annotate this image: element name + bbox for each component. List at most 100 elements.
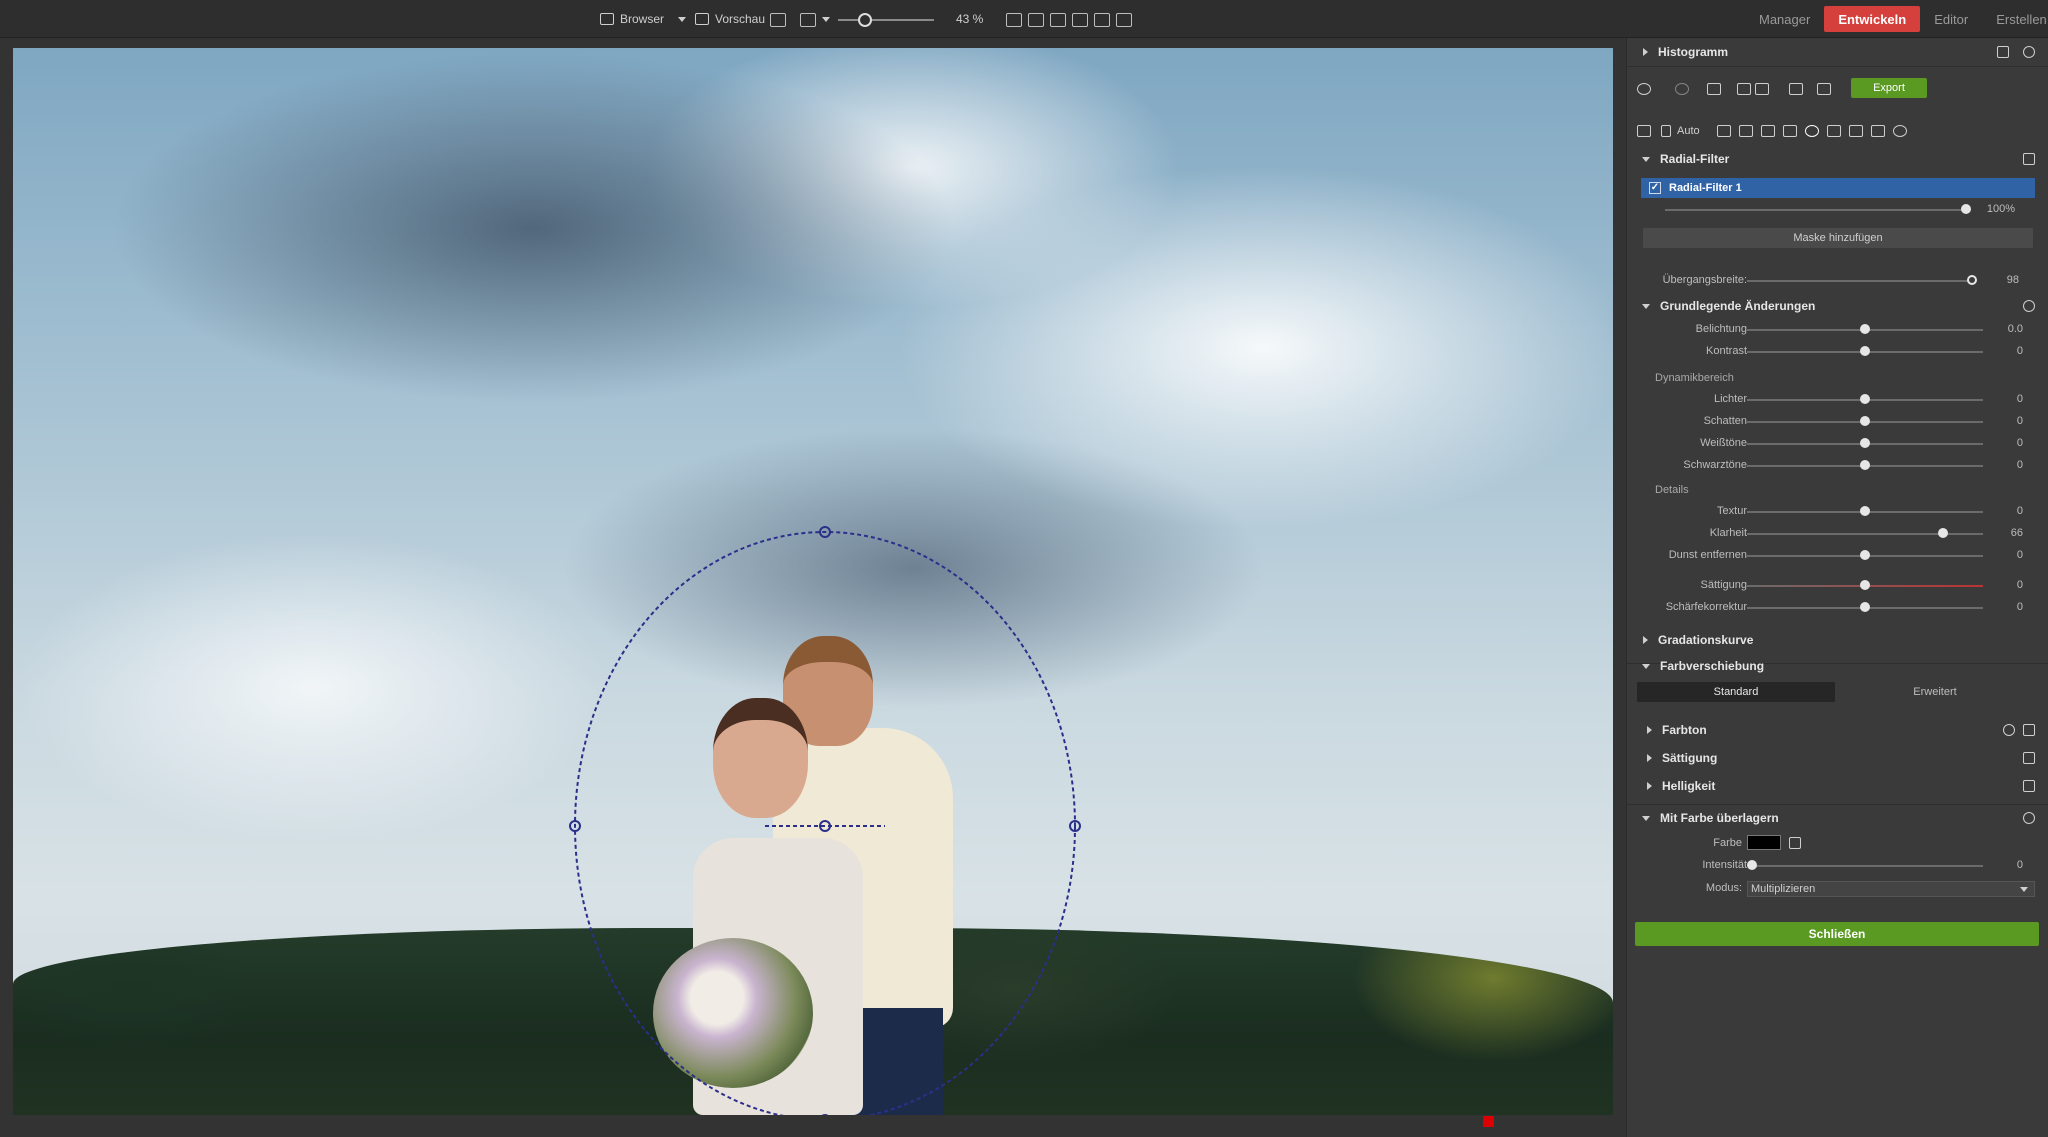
rotate-left-icon[interactable] <box>1737 80 1751 98</box>
slider-schwarzt-ne[interactable]: Schwarztöne 0 <box>1627 456 2048 476</box>
eyedropper-icon[interactable] <box>2023 724 2035 736</box>
slider-lichter[interactable]: Lichter 0 <box>1627 390 2048 410</box>
fit-width-icon[interactable] <box>1050 10 1066 29</box>
presets-icon[interactable] <box>1817 80 1831 98</box>
transition-width-slider[interactable]: Übergangsbreite: 98 <box>1627 271 2048 291</box>
slider-value[interactable]: 0 <box>2017 579 2023 591</box>
perspective-icon[interactable] <box>1761 122 1775 140</box>
slider-handle[interactable] <box>1860 324 1870 334</box>
copy-settings-icon[interactable] <box>1789 80 1803 98</box>
eyedropper-icon[interactable] <box>2023 752 2035 764</box>
eyedropper-icon[interactable] <box>1789 837 1801 849</box>
slider-value[interactable]: 0 <box>2017 549 2023 561</box>
slider-value[interactable]: 0 <box>2017 459 2023 471</box>
slider-textur[interactable]: Textur 0 <box>1627 502 2048 522</box>
reset-icon[interactable] <box>2023 812 2035 824</box>
slider-handle[interactable] <box>1860 394 1870 404</box>
slider-belichtung[interactable]: Belichtung 0.0 <box>1627 320 2048 340</box>
slider-handle[interactable] <box>1860 438 1870 448</box>
photo-canvas[interactable] <box>13 48 1613 1115</box>
slider-handle[interactable] <box>1860 346 1870 356</box>
compare-icon[interactable] <box>800 10 816 29</box>
slider-handle[interactable] <box>1967 275 1977 285</box>
close-button[interactable]: Schließen <box>1635 922 2039 946</box>
text-tool-icon[interactable] <box>1783 122 1797 140</box>
slider-value[interactable]: 0.0 <box>2008 323 2023 335</box>
section-gradation[interactable]: Gradationskurve <box>1627 628 2048 652</box>
auto-button[interactable]: Auto <box>1661 122 1700 140</box>
brush-icon[interactable] <box>1827 122 1841 140</box>
badge-icon[interactable] <box>2003 724 2015 736</box>
slider-handle[interactable] <box>1860 506 1870 516</box>
slider-handle[interactable] <box>1860 460 1870 470</box>
overlay-color-swatch[interactable] <box>1747 835 1781 850</box>
slider-value[interactable]: 66 <box>2011 527 2023 539</box>
slider-handle[interactable] <box>1860 580 1870 590</box>
preview-button[interactable]: Vorschau <box>695 0 765 38</box>
eyedropper-icon[interactable] <box>2023 780 2035 792</box>
tab-erstellen[interactable]: Erstellen <box>1982 6 2048 32</box>
add-mask-button[interactable]: Maske hinzufügen <box>1643 228 2033 248</box>
browser-dropdown[interactable] <box>672 0 686 38</box>
browser-button[interactable]: Browser <box>600 0 664 38</box>
filter-opacity-slider[interactable]: 100% <box>1627 200 2048 220</box>
adjustments-icon[interactable] <box>1637 122 1651 140</box>
intensity-slider[interactable]: Intensität 0 <box>1627 856 2048 876</box>
export-button[interactable]: Export <box>1851 78 1927 98</box>
camera-tool-icon[interactable] <box>1717 122 1731 140</box>
healing-icon[interactable] <box>1871 122 1885 140</box>
seg-standard[interactable]: Standard <box>1637 682 1835 702</box>
slider-handle[interactable] <box>1747 860 1757 870</box>
slider-sch-rfekorrektur[interactable]: Schärfekorrektur 0 <box>1627 598 2048 618</box>
radial-filter-icon[interactable] <box>1805 122 1819 140</box>
tab-editor[interactable]: Editor <box>1920 6 1982 32</box>
section-radial-filter[interactable]: Radial-Filter <box>1627 147 2048 171</box>
zoom-slider-handle[interactable] <box>858 13 872 27</box>
section-color-shift[interactable]: Farbverschiebung <box>1627 654 2048 678</box>
section-basic[interactable]: Grundlegende Änderungen <box>1627 294 2048 318</box>
slider-schatten[interactable]: Schatten 0 <box>1627 412 2048 432</box>
zoom-slider-track[interactable] <box>838 19 934 21</box>
slider-value[interactable]: 0 <box>2017 393 2023 405</box>
filter-enabled-checkbox[interactable]: ✓ <box>1649 182 1661 194</box>
reset-icon[interactable] <box>2023 300 2035 312</box>
trash-icon[interactable] <box>2023 153 2035 165</box>
seg-extended[interactable]: Erweitert <box>1835 682 2035 702</box>
radial-mask-overlay[interactable] <box>13 48 1613 1115</box>
slider-handle[interactable] <box>1860 416 1870 426</box>
slider-s-ttigung[interactable]: Sättigung 0 <box>1627 576 2048 596</box>
slider-dunst-entfernen[interactable]: Dunst entfernen 0 <box>1627 546 2048 566</box>
slider-handle[interactable] <box>1937 528 1948 538</box>
zoom-1to1-icon[interactable] <box>1006 10 1022 29</box>
settings-icon[interactable] <box>2023 46 2035 58</box>
section-histogram[interactable]: Histogramm <box>1627 40 2048 64</box>
sub-brightness[interactable]: Helligkeit <box>1627 774 2048 798</box>
slider-value[interactable]: 0 <box>2017 345 2023 357</box>
blend-mode-select[interactable]: Multiplizieren <box>1747 881 2035 897</box>
section-color-overlay[interactable]: Mit Farbe überlagern <box>1627 806 2048 830</box>
undo-icon[interactable] <box>1637 80 1651 98</box>
slider-handle[interactable] <box>1860 550 1870 560</box>
sub-hue[interactable]: Farbton <box>1627 718 2048 742</box>
slider-handle[interactable] <box>1860 602 1870 612</box>
slider-kontrast[interactable]: Kontrast 0 <box>1627 342 2048 362</box>
slider-value[interactable]: 0 <box>2017 601 2023 613</box>
slider-value[interactable]: 0 <box>2017 505 2023 517</box>
slider-wei-t-ne[interactable]: Weißtöne 0 <box>1627 434 2048 454</box>
person-icon[interactable] <box>1094 10 1110 29</box>
radial-filter-item[interactable]: ✓ Radial-Filter 1 <box>1641 178 2035 198</box>
gradient-icon[interactable] <box>1849 122 1863 140</box>
slider-value[interactable]: 0 <box>2017 415 2023 427</box>
compare-dropdown[interactable] <box>816 0 830 38</box>
slider-handle[interactable] <box>1961 204 1971 214</box>
tab-entwickeln[interactable]: Entwickeln <box>1824 6 1921 32</box>
crop-icon[interactable] <box>1739 122 1753 140</box>
external-link-icon[interactable] <box>770 10 786 29</box>
slider-value[interactable]: 0 <box>2017 437 2023 449</box>
tab-manager[interactable]: Manager <box>1745 6 1824 32</box>
fit-screen-icon[interactable] <box>1028 10 1044 29</box>
gear-icon[interactable] <box>1893 122 1907 140</box>
sub-saturation[interactable]: Sättigung <box>1627 746 2048 770</box>
lock-icon[interactable] <box>1072 10 1088 29</box>
original-image-icon[interactable] <box>1707 80 1721 98</box>
